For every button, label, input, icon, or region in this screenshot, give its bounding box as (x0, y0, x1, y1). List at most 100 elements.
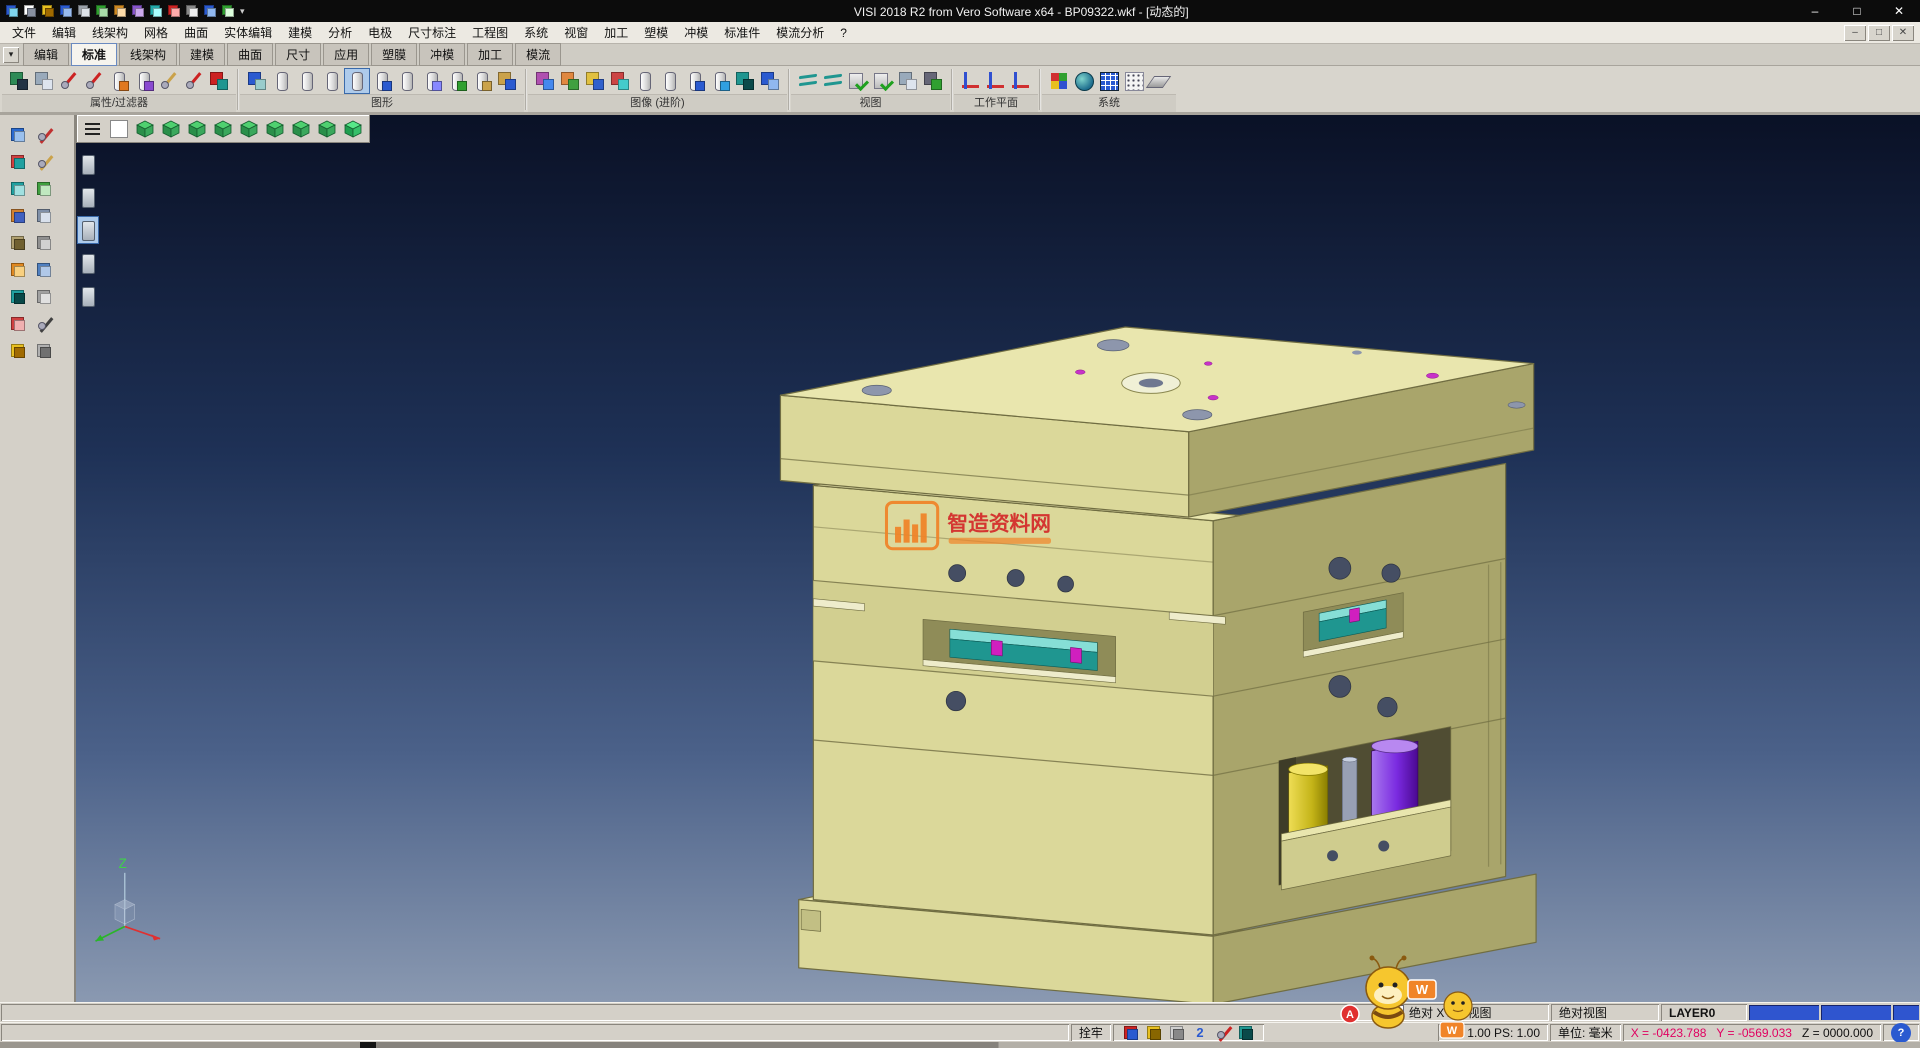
tab-塑膜[interactable]: 塑膜 (371, 43, 417, 66)
strip-icon-5[interactable] (78, 283, 98, 309)
viewbar-display-icon[interactable] (107, 117, 131, 141)
maximize-button[interactable]: □ (1836, 0, 1878, 22)
iso-view-icon-6[interactable] (263, 117, 287, 141)
workplane-align-icon[interactable] (1009, 69, 1033, 93)
iso-view-icon-1[interactable] (133, 117, 157, 141)
tab-标准[interactable]: 标准 (71, 43, 117, 66)
menu-item-?[interactable]: ? (832, 22, 855, 43)
snap-grid-icon[interactable] (1122, 69, 1146, 93)
cylinder-icon-4[interactable] (395, 69, 419, 93)
tab-dropdown-icon[interactable]: ▾ (3, 47, 19, 63)
mdi-restore-button[interactable]: □ (1868, 25, 1890, 41)
status-blue-bar-2[interactable] (1821, 1005, 1891, 1020)
snap-settings-icon[interactable] (1121, 1023, 1141, 1043)
tab-加工[interactable]: 加工 (467, 43, 513, 66)
qat-dropdown-icon[interactable]: ▾ (240, 6, 245, 17)
tab-线架构[interactable]: 线架构 (119, 43, 177, 66)
trim-icon[interactable] (82, 69, 106, 93)
menu-item-文件[interactable]: 文件 (4, 22, 44, 43)
strip-icon-4[interactable] (78, 250, 98, 276)
menu-item-冲模[interactable]: 冲模 (676, 22, 716, 43)
close-button[interactable]: ✕ (1878, 0, 1920, 22)
tab-编辑[interactable]: 编辑 (23, 43, 69, 66)
zoom-icon[interactable] (796, 69, 820, 93)
view-orientation-segment[interactable]: 绝对 XY 上视图 (1383, 1004, 1549, 1021)
tab-模流[interactable]: 模流 (515, 43, 561, 66)
plate-icon[interactable] (34, 287, 54, 307)
units-segment[interactable]: 单位: 毫米 (1550, 1024, 1621, 1041)
cylinder-gold-icon[interactable] (470, 69, 494, 93)
pencil-icon[interactable] (34, 152, 54, 172)
cylinder-icon-6[interactable] (658, 69, 682, 93)
palette-icon[interactable] (1047, 69, 1071, 93)
view-mode-segment[interactable]: 绝对视图 (1551, 1004, 1659, 1021)
dynamic-section-icon[interactable] (683, 69, 707, 93)
block-icon[interactable] (34, 233, 54, 253)
iso-view-icon-2[interactable] (159, 117, 183, 141)
status-blue-bar-3[interactable] (1893, 1005, 1919, 1020)
edit-attr-icon[interactable] (157, 69, 181, 93)
clipboard-icon[interactable] (1167, 1023, 1187, 1043)
tab-应用[interactable]: 应用 (323, 43, 369, 66)
workplane-icon[interactable] (959, 69, 983, 93)
iso-view-icon-3[interactable] (185, 117, 209, 141)
menu-item-模流分析[interactable]: 模流分析 (768, 22, 832, 43)
strip-icon-2[interactable] (78, 184, 98, 210)
shade-icon[interactable] (608, 69, 632, 93)
strip-icon-1[interactable] (78, 151, 98, 177)
dimension-check-icon[interactable] (871, 69, 895, 93)
analysis-icon[interactable] (1236, 1023, 1256, 1043)
measure-check-icon[interactable] (846, 69, 870, 93)
app-logo-icon[interactable] (4, 3, 20, 19)
cube-teal-icon[interactable] (733, 69, 757, 93)
layers-icon[interactable] (148, 3, 164, 19)
cylinder-icon-3[interactable] (320, 69, 344, 93)
pen-dark-icon[interactable] (34, 314, 54, 334)
export-icon[interactable] (220, 3, 236, 19)
menu-item-实体编辑[interactable]: 实体编辑 (216, 22, 280, 43)
workplane-edit-icon[interactable] (984, 69, 1008, 93)
cut-icon[interactable] (57, 69, 81, 93)
tab-冲模[interactable]: 冲模 (419, 43, 465, 66)
print-icon[interactable] (76, 3, 92, 19)
filter-icon[interactable] (182, 69, 206, 93)
erase-icon[interactable] (8, 152, 28, 172)
mdi-minimize-button[interactable]: – (1844, 25, 1866, 41)
status-blue-bar-1[interactable] (1749, 1005, 1819, 1020)
grid-blue-icon[interactable] (1097, 69, 1121, 93)
menu-item-视窗[interactable]: 视窗 (556, 22, 596, 43)
options-icon[interactable] (184, 3, 200, 19)
lamp-icon[interactable] (8, 260, 28, 280)
view-icon[interactable] (130, 3, 146, 19)
cube-blue-icon[interactable] (758, 69, 782, 93)
layer-segment[interactable]: LAYER0 (1661, 1004, 1747, 1021)
menu-item-网格[interactable]: 网格 (136, 22, 176, 43)
tab-曲面[interactable]: 曲面 (227, 43, 273, 66)
menu-item-标准件[interactable]: 标准件 (716, 22, 768, 43)
menu-item-编辑[interactable]: 编辑 (44, 22, 84, 43)
iso-view-icon-8[interactable] (315, 117, 339, 141)
render-icon[interactable] (583, 69, 607, 93)
filter-plus-icon[interactable] (207, 69, 231, 93)
open-file-icon[interactable] (40, 3, 56, 19)
doc-gray-icon[interactable] (34, 206, 54, 226)
menu-item-尺寸标注[interactable]: 尺寸标注 (400, 22, 464, 43)
folder-icon[interactable] (8, 341, 28, 361)
cube-tool-icon[interactable] (8, 206, 28, 226)
globe-icon[interactable] (1072, 69, 1096, 93)
image-icon[interactable] (533, 69, 557, 93)
tab-尺寸[interactable]: 尺寸 (275, 43, 321, 66)
tab-建模[interactable]: 建模 (179, 43, 225, 66)
viewbar-menu-icon[interactable] (81, 117, 105, 141)
barrel-icon[interactable] (8, 233, 28, 253)
iso-view-icon-active[interactable] (341, 117, 365, 141)
lock-toggle[interactable]: 拴牢 (1071, 1024, 1111, 1041)
cylinder-ghost-icon[interactable] (420, 69, 444, 93)
doc-green-icon[interactable] (34, 179, 54, 199)
cylinder-icon-2[interactable] (295, 69, 319, 93)
section-icon[interactable] (708, 69, 732, 93)
surface-tool-icon[interactable] (8, 179, 28, 199)
save-icon[interactable] (58, 3, 74, 19)
cylinder-green-icon[interactable] (445, 69, 469, 93)
solid-layer-icon[interactable] (132, 69, 156, 93)
